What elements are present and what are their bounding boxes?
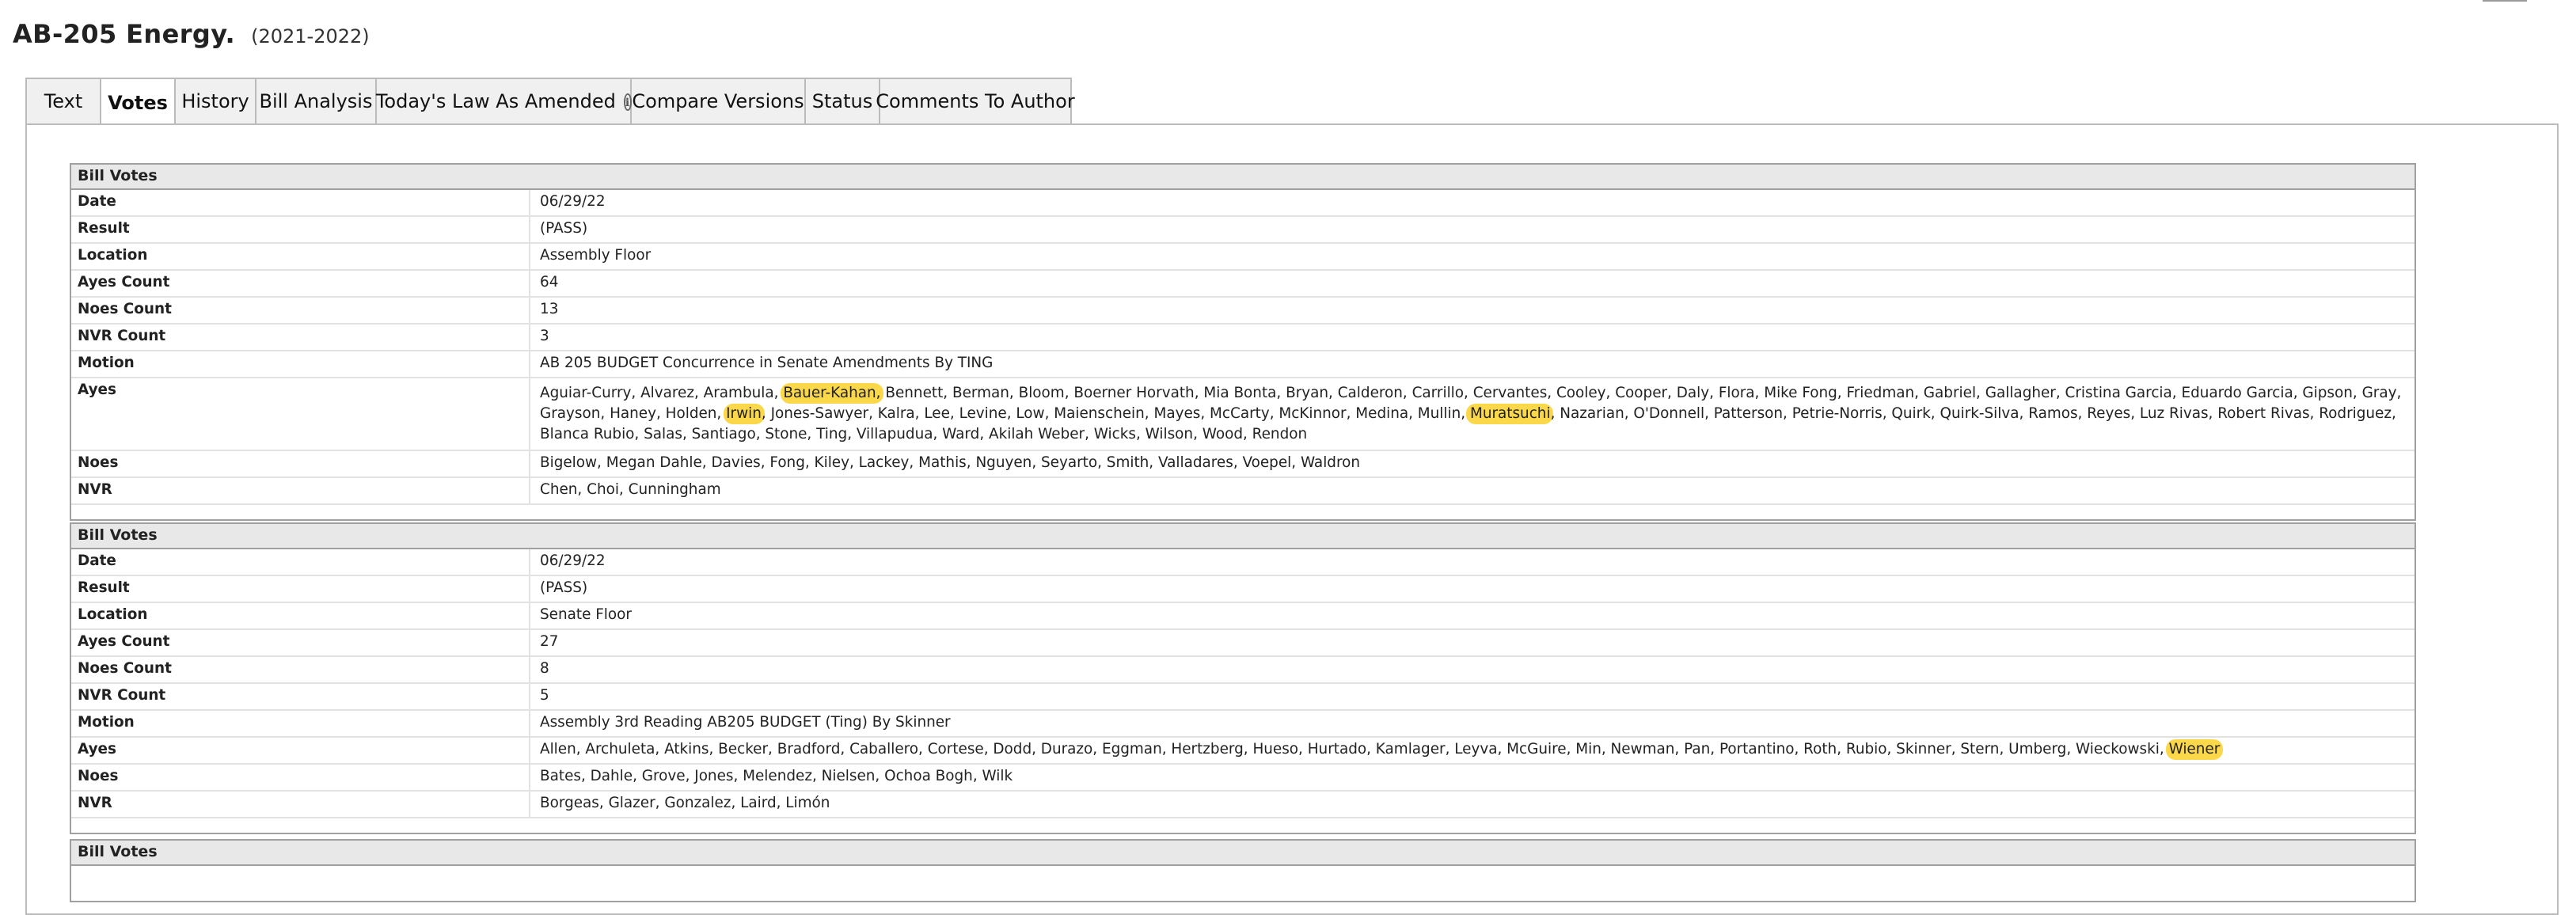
row-value: 06/29/22 [540, 552, 606, 570]
vote-row-ayes: Ayes Aguiar-Curry, Alvarez, Arambula, Ba… [71, 378, 2415, 451]
info-icon[interactable]: i [623, 93, 632, 110]
vote-row-ayes-count: Ayes Count 27 [71, 630, 2415, 657]
tab-label: History [181, 90, 249, 112]
row-label: Ayes [71, 738, 530, 763]
tab-compare-versions[interactable]: Compare Versions [632, 79, 806, 123]
vote-row-date: Date 06/29/22 [71, 549, 2415, 576]
vote-row-ayes-count: Ayes Count 64 [71, 271, 2415, 298]
tab-label: Today's Law As Amended [375, 90, 616, 112]
tab-bill-analysis[interactable]: Bill Analysis [256, 79, 377, 123]
highlighted-name: Muratsuchi [1466, 404, 1554, 424]
vote-row-nvr: NVR Borgeas, Glazer, Gonzalez, Laird, Lim… [71, 792, 2415, 818]
row-label: Ayes Count [71, 271, 530, 296]
tab-status[interactable]: Status [806, 79, 880, 123]
row-label: Noes [71, 451, 530, 476]
ayes-list: Allen, Archuleta, Atkins, Becker, Bradfo… [530, 738, 2415, 763]
highlighted-name: Bauer-Kahan, [780, 383, 884, 404]
vote-row-location: Location Assembly Floor [71, 244, 2415, 271]
row-label: Noes [71, 765, 530, 790]
row-value: Bates, Dahle, Grove, Jones, Melendez, Ni… [540, 768, 1013, 785]
row-label: Ayes [71, 378, 530, 450]
row-value: 3 [540, 328, 549, 345]
vote-row-ayes: Ayes Allen, Archuleta, Atkins, Becker, B… [71, 738, 2415, 765]
tab-label: Status [811, 90, 873, 112]
row-value: Chen, Choi, Cunningham [540, 481, 721, 499]
vote-row-nvr-count: NVR Count 3 [71, 325, 2415, 351]
ayes-text: Allen, Archuleta, Atkins, Becker, Bradfo… [540, 741, 2169, 758]
row-value: 8 [540, 660, 549, 678]
row-value: Borgeas, Glazer, Gonzalez, Laird, Limón [540, 795, 830, 812]
vote-row-nvr: NVR Chen, Choi, Cunningham [71, 478, 2415, 505]
row-label: Motion [71, 351, 530, 377]
row-value: 06/29/22 [540, 193, 606, 211]
tab-history[interactable]: History [176, 79, 256, 123]
bill-votes-table: Bill Votes Date 06/29/22 Result (PASS) Loc… [70, 522, 2416, 834]
page: AB-205 Energy. (2021-2022) Text Votes Hi… [0, 0, 2576, 915]
vote-row-motion: Motion Assembly 3rd Reading AB205 BUDGET … [71, 711, 2415, 738]
vote-row-noes: Noes Bigelow, Megan Dahle, Davies, Fong, … [71, 451, 2415, 478]
row-value: Bigelow, Megan Dahle, Davies, Fong, Kile… [540, 454, 1360, 472]
row-label: Ayes Count [71, 630, 530, 655]
table-footer-spacer [71, 505, 2415, 519]
tab-text[interactable]: Text [27, 79, 101, 123]
row-label: Result [71, 217, 530, 242]
row-value: 27 [540, 633, 559, 651]
tab-label: Votes [108, 91, 168, 113]
ayes-text: Aguiar-Curry, Alvarez, Arambula, [540, 385, 784, 402]
row-value: Senate Floor [540, 606, 632, 624]
row-label: NVR Count [71, 325, 530, 350]
row-value: (PASS) [540, 220, 588, 237]
row-value: (PASS) [540, 579, 588, 597]
tab-votes[interactable]: Votes [101, 79, 176, 125]
vote-row-nvr-count: NVR Count 5 [71, 684, 2415, 711]
highlighted-name: Irwin [723, 404, 765, 424]
row-label: Noes Count [71, 657, 530, 682]
table-footer-spacer [71, 818, 2415, 833]
bill-votes-header: Bill Votes [71, 841, 2415, 866]
ayes-list: Aguiar-Curry, Alvarez, Arambula, Bauer-K… [530, 378, 2415, 450]
tab-label: Comments To Author [876, 90, 1075, 112]
bill-votes-table: Bill Votes [70, 839, 2416, 902]
row-label: NVR [71, 792, 530, 817]
row-label: Location [71, 244, 530, 269]
title-row: AB-205 Energy. (2021-2022) [13, 19, 370, 49]
vote-row-date: Date 06/29/22 [71, 190, 2415, 217]
row-label: Result [71, 576, 530, 602]
vote-row-noes-count: Noes Count 13 [71, 298, 2415, 325]
row-label: Noes Count [71, 298, 530, 323]
vote-row-location: Location Senate Floor [71, 603, 2415, 630]
row-value: AB 205 BUDGET Concurrence in Senate Amen… [540, 355, 994, 372]
vote-row-result: Result (PASS) [71, 217, 2415, 244]
row-value: Assembly Floor [540, 247, 652, 264]
vote-row-noes: Noes Bates, Dahle, Grove, Jones, Melendez… [71, 765, 2415, 792]
tab-comments-to-author[interactable]: Comments To Author [876, 79, 1075, 123]
row-value: 64 [540, 274, 559, 291]
bill-votes-table: Bill Votes Date 06/29/22 Result (PASS) Loc… [70, 163, 2416, 521]
vote-row-motion: Motion AB 205 BUDGET Concurrence in Senat… [71, 351, 2415, 378]
vote-row-noes-count: Noes Count 8 [71, 657, 2415, 684]
row-label: Motion [71, 711, 530, 736]
bill-votes-header: Bill Votes [71, 165, 2415, 190]
row-label: NVR [71, 478, 530, 503]
session-years: (2021-2022) [251, 25, 370, 47]
page-title: AB-205 Energy. [13, 19, 236, 49]
row-label: NVR Count [71, 684, 530, 709]
tab-todays-law-as-amended[interactable]: Today's Law As Amended i [375, 79, 632, 123]
tab-label: Text [44, 90, 83, 112]
row-value: 5 [540, 687, 549, 704]
ayes-text: , Jones-Sawyer, Kalra, Lee, Levine, Low,… [761, 405, 1470, 423]
vote-row-result: Result (PASS) [71, 576, 2415, 603]
highlighted-name: Wiener [2165, 739, 2224, 760]
bill-votes-header: Bill Votes [71, 524, 2415, 549]
tab-label: Bill Analysis [259, 90, 373, 112]
row-label: Date [71, 549, 530, 575]
row-label: Location [71, 603, 530, 628]
row-label: Date [71, 190, 530, 215]
tab-bar: Text Votes History Bill Analysis Today's… [25, 78, 1075, 125]
row-value: 13 [540, 301, 559, 318]
row-value: Assembly 3rd Reading AB205 BUDGET (Ting)… [540, 714, 951, 731]
tab-label: Compare Versions [632, 90, 804, 112]
top-right-divider [2483, 0, 2527, 2]
